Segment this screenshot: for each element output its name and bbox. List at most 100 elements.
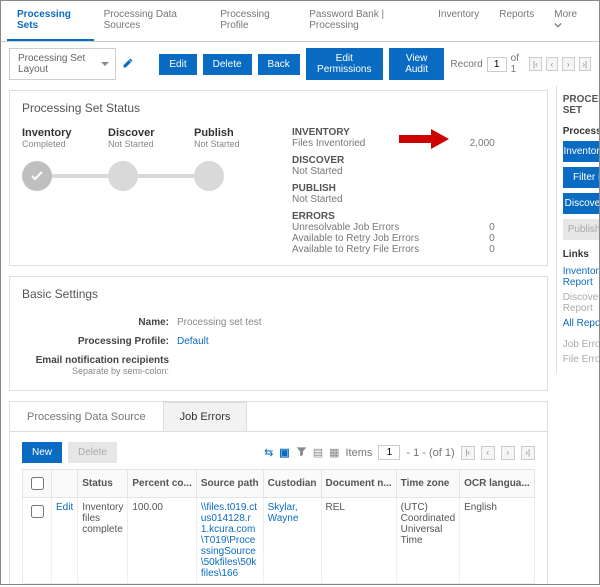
grid-last-icon[interactable]: ›| [521, 446, 535, 460]
link-job-errors: Job Errors [563, 337, 600, 352]
publish-files-button: Publish Files [563, 219, 600, 240]
prev-page-icon[interactable]: ‹ [546, 57, 558, 71]
items-label: Items [346, 447, 373, 459]
meta-discover-heading: DISCOVER [292, 155, 535, 166]
view-audit-button[interactable]: View Audit [389, 48, 445, 80]
filter-files-button[interactable]: Filter Files [563, 167, 600, 188]
meta-err1-key: Unresolvable Job Errors [292, 222, 399, 233]
grid-first-icon[interactable]: |‹ [461, 446, 475, 460]
tab-more[interactable]: More [544, 1, 593, 41]
tab-data-sources[interactable]: Processing Data Sources [94, 1, 211, 41]
phase-connector [138, 174, 194, 178]
col-source-path[interactable]: Source path [196, 470, 263, 498]
inventory-files-button[interactable]: Inventory Files [563, 141, 600, 162]
meta-discover-val: Not Started [292, 166, 343, 177]
phase-inventory-sub: Completed [22, 139, 108, 149]
delete-grid-button[interactable]: Delete [68, 442, 117, 463]
meta-err2-key: Available to Retry Job Errors [292, 233, 419, 244]
new-button[interactable]: New [22, 442, 62, 463]
grid-prev-icon[interactable]: ‹ [481, 446, 495, 460]
phase-discover-title: Discover [108, 127, 194, 139]
meta-publish-val: Not Started [292, 194, 343, 205]
meta-inventory-heading: INVENTORY [292, 127, 535, 138]
phase-connector [52, 174, 108, 178]
export-icon[interactable]: ▣ [279, 446, 289, 459]
col-custodian[interactable]: Custodian [263, 470, 321, 498]
basic-settings-heading: Basic Settings [22, 287, 535, 301]
meta-err3-val: 0 [489, 244, 495, 255]
row-source-path[interactable]: \\files.t019.ctus014128.r1.kcura.com\T01… [196, 498, 263, 584]
phase-inventory-title: Inventory [22, 127, 108, 139]
row-ocr: English [460, 498, 535, 584]
items-range: - 1 - (of 1) [406, 447, 454, 459]
next-page-icon[interactable]: › [562, 57, 574, 71]
row-percent: 100.00 [128, 498, 196, 584]
sidebar-title: PROCESSING SET [563, 92, 600, 122]
col-percent[interactable]: Percent co... [128, 470, 196, 498]
row-timezone: (UTC) Coordinated Universal Time [396, 498, 459, 584]
phase-circle-inventory [22, 161, 52, 191]
tab-password-bank[interactable]: Password Bank | Processing [299, 1, 428, 41]
basic-settings-panel: Basic Settings Name: Processing set test… [9, 276, 548, 391]
select-all-checkbox[interactable] [31, 477, 44, 490]
record-page-input[interactable] [487, 57, 507, 72]
phase-discover-sub: Not Started [108, 139, 194, 149]
sidebar: PROCESSING SET Process Files Inventory F… [556, 86, 600, 373]
data-source-grid: Status Percent co... Source path Custodi… [22, 469, 535, 584]
profile-label: Processing Profile: [22, 336, 177, 347]
col-timezone[interactable]: Time zone [396, 470, 459, 498]
toolbar: Processing Set Layout Edit Delete Back E… [1, 42, 599, 86]
row-custodian[interactable]: Skylar, Wayne [263, 498, 321, 584]
link-file-errors: File Errors [563, 352, 600, 367]
check-icon [29, 168, 45, 184]
tab-processing-profile[interactable]: Processing Profile [210, 1, 299, 41]
record-nav: Record of 1 |‹ ‹ › ›| [450, 53, 591, 75]
col-document[interactable]: Document n... [321, 470, 396, 498]
name-label: Name: [22, 317, 177, 328]
edit-permissions-button[interactable]: Edit Permissions [306, 48, 383, 80]
meta-errors-heading: ERRORS [292, 211, 535, 222]
back-button[interactable]: Back [258, 54, 300, 75]
status-heading: Processing Set Status [22, 101, 535, 115]
swap-icon[interactable]: ⇆ [264, 446, 273, 459]
row-edit-link[interactable]: Edit [52, 498, 78, 584]
data-source-panel: Processing Data Source Job Errors New De… [9, 401, 548, 585]
col-status[interactable]: Status [78, 470, 128, 498]
tab-inventory[interactable]: Inventory [428, 1, 489, 41]
tab-processing-sets[interactable]: Processing Sets [7, 1, 94, 41]
meta-inventory-val: 2,000 [470, 138, 495, 149]
meta-publish-heading: PUBLISH [292, 183, 535, 194]
sidebar-links-heading: Links [563, 245, 600, 264]
subtab-data-source[interactable]: Processing Data Source [10, 402, 163, 431]
meta-err1-val: 0 [489, 222, 495, 233]
filter-icon[interactable] [296, 446, 307, 460]
email-label: Email notification recipients Separate b… [22, 355, 177, 376]
last-page-icon[interactable]: ›| [579, 57, 591, 71]
phase-publish-title: Publish [194, 127, 280, 139]
sidebar-process-heading: Process Files [563, 122, 600, 141]
first-page-icon[interactable]: |‹ [529, 57, 541, 71]
link-inventory-report[interactable]: Inventory Report [563, 264, 600, 290]
discover-files-button[interactable]: Discover Files [563, 193, 600, 214]
profile-value[interactable]: Default [177, 336, 209, 347]
grid-next-icon[interactable]: › [501, 446, 515, 460]
columns-icon[interactable]: ▤ [313, 446, 323, 459]
tab-reports[interactable]: Reports [489, 1, 544, 41]
grid-icon[interactable]: ▦ [329, 446, 339, 459]
link-all-reports[interactable]: All Reports [563, 316, 600, 331]
layout-select[interactable]: Processing Set Layout [9, 48, 116, 80]
phase-circle-publish [194, 161, 224, 191]
edit-button[interactable]: Edit [159, 54, 196, 75]
row-checkbox[interactable] [31, 505, 44, 518]
top-tabs: Processing Sets Processing Data Sources … [1, 1, 599, 42]
meta-err2-val: 0 [489, 233, 495, 244]
row-status: Inventory files complete [78, 498, 128, 584]
col-ocr[interactable]: OCR langua... [460, 470, 535, 498]
subtab-job-errors[interactable]: Job Errors [163, 402, 248, 431]
edit-layout-icon[interactable] [122, 57, 134, 72]
phase-publish-sub: Not Started [194, 139, 280, 149]
record-label: Record [450, 59, 482, 70]
items-page-input[interactable] [378, 445, 400, 460]
phase-circle-discover [108, 161, 138, 191]
delete-button[interactable]: Delete [203, 54, 252, 75]
